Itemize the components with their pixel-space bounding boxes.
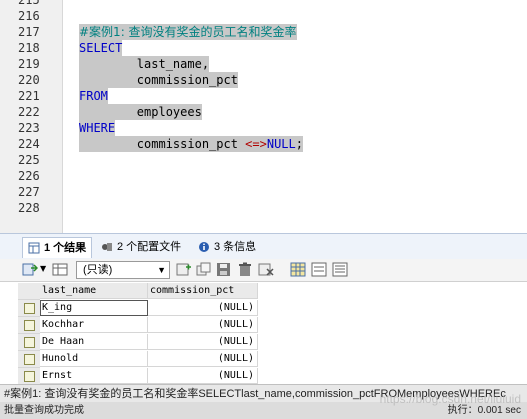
line-number: 219 (18, 57, 40, 71)
line-number: 216 (18, 9, 40, 23)
line-number: 228 (18, 201, 40, 215)
grid-view-icon[interactable] (290, 262, 306, 277)
line-number: 215 (18, 0, 40, 7)
code-line-commission-pct: commission_pct (79, 72, 238, 88)
add-row-icon[interactable] (176, 262, 192, 277)
row-checkbox[interactable] (24, 303, 35, 314)
export-dropdown-arrow[interactable]: ▼ (40, 264, 46, 273)
line-number: 217 (18, 25, 40, 39)
text-view-icon[interactable] (332, 262, 348, 277)
code-line-where-condition: commission_pct <=>NULL; (79, 136, 303, 152)
line-number: 222 (18, 105, 40, 119)
code-keyword-select: SELECT (79, 40, 123, 56)
tab-profiles[interactable]: 2 个配置文件 (101, 237, 181, 257)
line-number: 223 (18, 121, 40, 135)
line-number: 227 (18, 185, 40, 199)
row-checkbox[interactable] (24, 371, 35, 382)
cell-last-name[interactable]: K_ing (40, 300, 148, 316)
cell-commission-pct[interactable]: (NULL) (148, 300, 258, 316)
tab-profiles-label: 2 个配置文件 (117, 241, 182, 253)
chevron-down-icon: ▼ (157, 265, 166, 275)
cancel-changes-icon[interactable] (258, 262, 274, 277)
tab-messages-label: 3 条信息 (214, 241, 257, 253)
code-comment-line: #案例1: 查询没有奖金的员工名和奖金率 (79, 24, 297, 40)
line-number: 218 (18, 41, 40, 55)
column-header-commission-pct[interactable]: commission_pct (148, 283, 258, 299)
result-grid[interactable]: last_name commission_pct K_ing (NULL) Ko… (18, 283, 527, 385)
code-line-employees: employees (79, 104, 202, 120)
tab-results[interactable]: 1 个结果 (22, 237, 93, 258)
null-keyword: NULL (266, 137, 296, 151)
table-icon (28, 242, 40, 254)
row-header[interactable] (18, 368, 40, 385)
row-header[interactable] (18, 334, 40, 351)
tab-results-label: 1 个结果 (44, 242, 87, 254)
result-toolbar: ▼ (只读) ▼ (0, 259, 527, 282)
row-header[interactable] (18, 300, 40, 317)
export-icon[interactable] (22, 262, 38, 277)
status-text: 批量查询成功完成 (4, 405, 84, 416)
cell-commission-pct[interactable]: (NULL) (148, 368, 258, 384)
watermark: https://blog.csdn.net/iiuiuid (379, 392, 521, 406)
result-tabbar: 1 个结果 2 个配置文件 3 条信息 (0, 233, 527, 260)
row-checkbox[interactable] (24, 337, 35, 348)
column-header-last-name[interactable]: last_name (40, 283, 148, 299)
line-number: 224 (18, 137, 40, 151)
readonly-select[interactable]: (只读) ▼ (76, 261, 170, 279)
line-number: 221 (18, 89, 40, 103)
condition-column: commission_pct (79, 137, 246, 151)
row-header[interactable] (18, 351, 40, 368)
grid-icon[interactable] (52, 262, 68, 277)
row-checkbox[interactable] (24, 354, 35, 365)
row-header[interactable] (18, 317, 40, 334)
readonly-select-value: (只读) (83, 264, 113, 276)
cell-last-name[interactable]: De Haan (40, 334, 148, 350)
line-number: 220 (18, 73, 40, 87)
row-checkbox[interactable] (24, 320, 35, 331)
null-safe-operator: <=> (245, 137, 267, 151)
code-keyword-from: FROM (79, 88, 108, 104)
duplicate-row-icon[interactable] (196, 262, 212, 277)
cell-last-name[interactable]: Hunold (40, 351, 148, 367)
cell-commission-pct[interactable]: (NULL) (148, 334, 258, 350)
line-number: 226 (18, 169, 40, 183)
grid-header-corner[interactable] (18, 283, 40, 300)
cell-last-name[interactable]: Kochhar (40, 317, 148, 333)
line-number-gutter: 215 216 217 218 219 220 221 222 223 224 … (0, 0, 63, 233)
cell-commission-pct[interactable]: (NULL) (148, 351, 258, 367)
cell-commission-pct[interactable]: (NULL) (148, 317, 258, 333)
info-icon (199, 242, 209, 252)
profile-icon (102, 243, 112, 251)
sql-editor[interactable]: 215 216 217 218 219 220 221 222 223 224 … (0, 0, 527, 233)
delete-icon[interactable] (237, 262, 253, 277)
code-keyword-where: WHERE (79, 120, 116, 136)
cell-last-name[interactable]: Ernst (40, 368, 148, 384)
code-line-last-name: last_name, (79, 56, 210, 72)
tab-messages[interactable]: 3 条信息 (198, 237, 256, 257)
line-number: 225 (18, 153, 40, 167)
statement-terminator: ; (295, 137, 303, 151)
save-icon[interactable] (216, 262, 232, 277)
form-view-icon[interactable] (311, 262, 327, 277)
